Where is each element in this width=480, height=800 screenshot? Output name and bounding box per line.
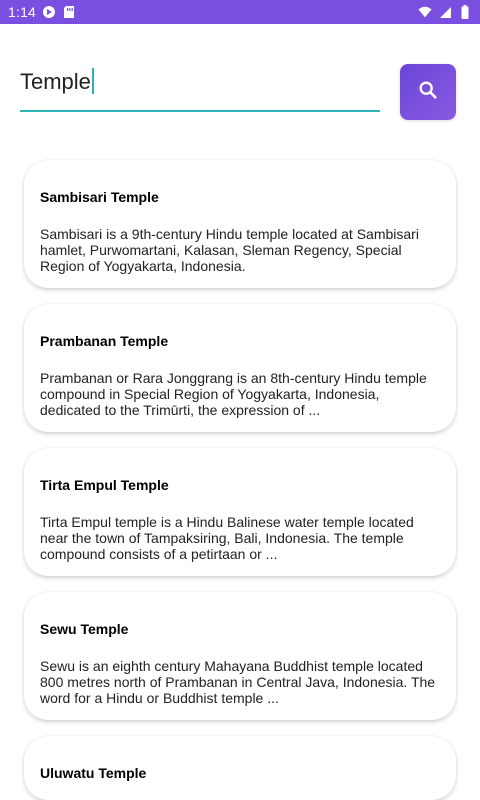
- result-card[interactable]: Sewu Temple Sewu is an eighth century Ma…: [24, 592, 456, 720]
- status-right: [418, 5, 472, 19]
- sd-card-icon: [62, 5, 76, 19]
- result-description: Sambisari is a 9th-century Hindu temple …: [40, 226, 419, 274]
- text-cursor: [91, 68, 94, 94]
- battery-icon: [458, 5, 472, 19]
- result-description: Prambanan or Rara Jonggrang is an 8th-ce…: [40, 370, 427, 418]
- result-title: Sewu Temple: [40, 621, 129, 637]
- media-icon: [42, 5, 56, 19]
- signal-icon: [438, 5, 452, 19]
- search-input[interactable]: Temple: [20, 68, 94, 95]
- result-description: Tirta Empul temple is a Hindu Balinese w…: [40, 514, 414, 562]
- status-bar: 1:14: [0, 0, 480, 24]
- status-left: 1:14: [8, 4, 76, 20]
- result-title: Tirta Empul Temple: [40, 477, 169, 493]
- result-title: Uluwatu Temple: [40, 765, 147, 781]
- search-input-value: Temple: [20, 69, 91, 94]
- result-card[interactable]: Sambisari Temple Sambisari is a 9th-cent…: [24, 160, 456, 288]
- search-field[interactable]: Temple: [20, 62, 380, 114]
- search-button[interactable]: [400, 64, 456, 120]
- result-card[interactable]: Prambanan Temple Prambanan or Rara Jongg…: [24, 304, 456, 432]
- result-description: Sewu is an eighth century Mahayana Buddh…: [40, 658, 436, 706]
- result-card[interactable]: Tirta Empul Temple Tirta Empul temple is…: [24, 448, 456, 576]
- result-title: Prambanan Temple: [40, 333, 169, 349]
- result-title: Sambisari Temple: [40, 189, 159, 205]
- search-icon: [417, 79, 439, 106]
- result-card[interactable]: Uluwatu Temple: [24, 736, 456, 800]
- wifi-icon: [418, 5, 432, 19]
- status-time: 1:14: [8, 4, 37, 20]
